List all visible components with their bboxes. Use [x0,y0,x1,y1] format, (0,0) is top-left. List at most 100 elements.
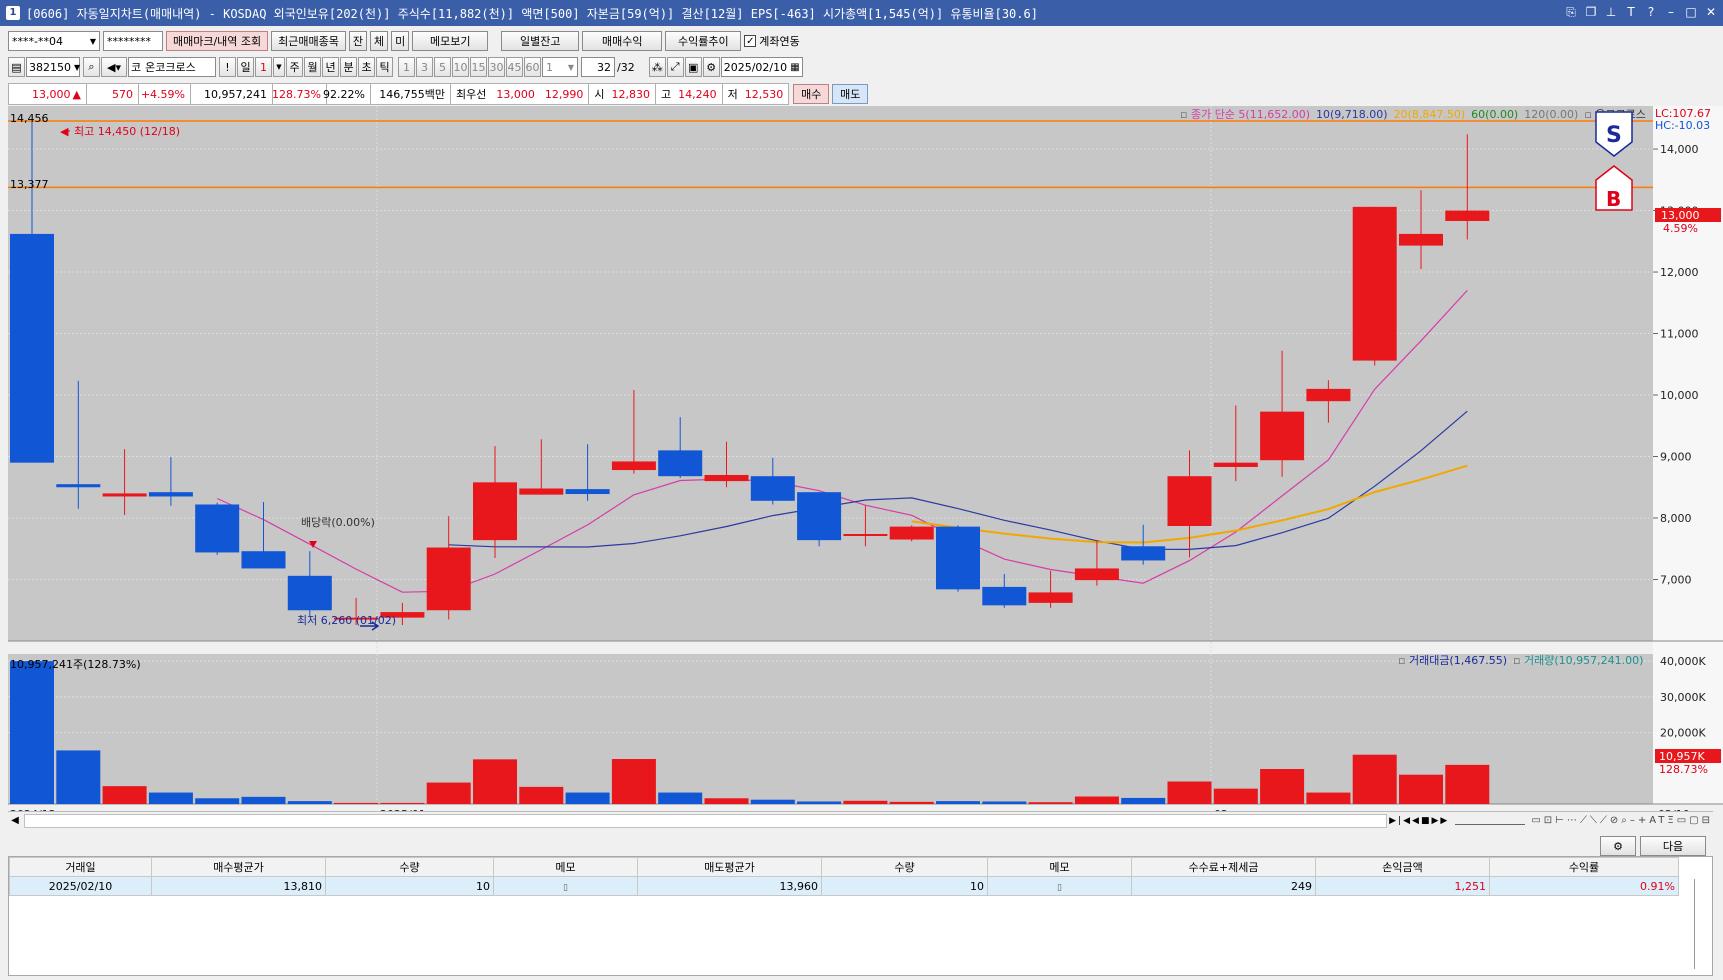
period-tick-button[interactable]: 틱 [376,57,393,77]
col-buy-avg[interactable]: 매수평균가 [151,857,326,877]
minimize-icon[interactable]: – [1663,4,1679,20]
quote-price-cell: 13,000 ▲ [9,84,87,104]
count-input[interactable]: 32 [581,57,615,77]
col-buy-qty[interactable]: 수량 [325,857,494,877]
grid-scrollbar[interactable] [1694,879,1708,969]
vol-ytick-label: 40,000K [1660,655,1706,668]
font-icon[interactable]: T [1623,4,1639,20]
period-week-button[interactable]: 주 [286,57,303,77]
drawing-tools-icon[interactable]: ▭⊡⊢⋯⟋⟍⟋⊘⌕–+ATΞ▭▢⊟ [1531,815,1713,826]
chevron-down-icon: ▼ [567,62,574,72]
link-icon[interactable]: ⎘ [1563,4,1579,20]
candle-body [1352,206,1397,361]
close-icon[interactable]: ✕ [1703,4,1719,20]
zoom-slider[interactable] [1455,817,1526,825]
mark-query-button[interactable]: 매매마크/내역 조회 [166,31,269,51]
price-change-pct: +4.59% [139,84,191,104]
minute-60-button[interactable]: 60 [524,57,541,77]
search-icon[interactable]: ⌕ [83,57,100,77]
period-minute-button[interactable]: 분 [340,57,357,77]
volume-pct-text: 128.73% [1659,763,1708,776]
minute-15-button[interactable]: 15 [470,57,487,77]
price-chart[interactable]: 7,000 8,000 9,000 10,000 11,000 12,000 13,000 1… [8,106,1723,811]
minute-10-button[interactable]: 10 [452,57,469,77]
col-return[interactable]: 수익률 [1489,857,1679,877]
period-second-button[interactable]: 초 [358,57,375,77]
executed-button[interactable]: 체 [370,31,389,51]
panel-icon[interactable]: ▤ [8,57,25,77]
recent-trades-button[interactable]: 최근매매종목 [271,31,346,51]
legend-bullet-3: ▫ [1398,654,1409,667]
resize-icon[interactable]: ⤢ [666,57,684,77]
link-account-label: 계좌연동 [759,35,800,48]
stock-name-field[interactable]: 코 온코크로스 [128,57,216,77]
copy-icon[interactable]: ❐ [1583,4,1599,20]
cell-buy-memo[interactable]: ▯ [493,876,638,896]
ma120-legend: 120(0.00) [1524,108,1578,121]
password-field[interactable]: ******** [103,31,163,51]
candle-body [195,504,240,553]
memo-icon[interactable]: ▯ [1057,883,1062,893]
col-sell-avg[interactable]: 매도평균가 [637,857,822,877]
period-month-button[interactable]: 월 [304,57,321,77]
sell-button[interactable]: 매도 [832,84,869,104]
pin-icon[interactable]: ⊥ [1603,4,1619,20]
buy-button[interactable]: 매수 [793,84,830,104]
tool-icon[interactable]: ⁂ [648,57,666,77]
col-pnl[interactable]: 손익금액 [1315,857,1490,877]
col-fees[interactable]: 수수료+제세금 [1131,857,1316,877]
date-input[interactable]: 2025/02/10 ▦ [720,57,803,77]
volume-bar [241,796,286,804]
volume-bar [1213,788,1258,804]
toolbar-account: ****-**04 ▼ ******** 매매마크/내역 조회 최근매매종목 잔 … [0,30,1723,52]
gear-icon[interactable]: ⚙ [702,57,720,77]
memo-icon[interactable]: ▯ [563,883,568,893]
minute-5-button[interactable]: 5 [434,57,451,77]
ytick-label: 12,000 [1660,266,1699,279]
minute-3-button[interactable]: 3 [416,57,433,77]
chevron-down-icon[interactable]: ▼ [273,57,285,77]
profit-trend-button[interactable]: 수익률추이 [665,31,742,51]
period-day-button[interactable]: 일 [237,57,254,77]
minute-select[interactable]: 1 ▼ [542,57,578,77]
max-arrow-icon: ◀ [60,125,69,138]
minute-30-button[interactable]: 30 [488,57,505,77]
col-buy-memo[interactable]: 메모 [493,857,638,877]
minute-45-button[interactable]: 45 [506,57,523,77]
trade-profit-button[interactable]: 매매수익 [582,31,663,51]
minute-1-button[interactable]: 1 [398,57,415,77]
account-select[interactable]: ****-**04 ▼ [8,31,100,51]
date-value: 2025/02/10 [723,60,788,74]
pending-button[interactable]: 미 [391,31,410,51]
volume-bar [750,799,795,804]
help-icon[interactable]: ? [1643,4,1659,20]
daily-balance-button[interactable]: 일별잔고 [501,31,580,51]
grid-toolbar: ⚙ 다음 [8,836,1713,856]
period-year-button[interactable]: 년 [322,57,339,77]
memo-view-button[interactable]: 메모보기 [412,31,489,51]
sound-icon[interactable]: ◀▾ [101,57,127,77]
playback-controls[interactable]: ▶|◀◀■▶▶ [1389,816,1449,826]
col-sell-qty[interactable]: 수량 [821,857,988,877]
cell-sell-memo[interactable]: ▯ [987,876,1132,896]
col-sell-memo[interactable]: 메모 [987,857,1132,877]
chevron-down-icon: ▼ [89,36,96,46]
balance-button[interactable]: 잔 [348,31,368,51]
next-button[interactable]: 다음 [1640,836,1706,856]
scroll-track[interactable] [24,813,1388,828]
code-input[interactable]: 382150 ▼ [26,57,80,77]
scroll-left-icon[interactable]: ◀ [8,815,22,826]
period-n-select[interactable]: 1 [255,57,272,77]
ytick-label: 8,000 [1660,512,1692,525]
col-trade-date[interactable]: 거래일 [9,857,152,877]
volume-qty-legend: 거래량(10,957,241.00) [1524,654,1643,667]
link-account-checkbox[interactable]: ✓ [744,35,757,47]
candle-body [611,461,656,471]
volume-bar [56,750,101,804]
maximize-icon[interactable]: □ [1683,4,1699,20]
settings-button[interactable]: ⚙ [1600,836,1636,856]
alert-button[interactable]: ! [219,57,236,77]
save-icon[interactable]: ▣ [684,57,702,77]
table-row[interactable]: 2025/02/10 13,810 10 ▯ 13,960 10 ▯ 249 1… [9,876,1679,896]
chart-scrollbar[interactable]: ◀ ▶|◀◀■▶▶ ▭⊡⊢⋯⟋⟍⟋⊘⌕–+ATΞ▭▢⊟ [8,811,1713,829]
